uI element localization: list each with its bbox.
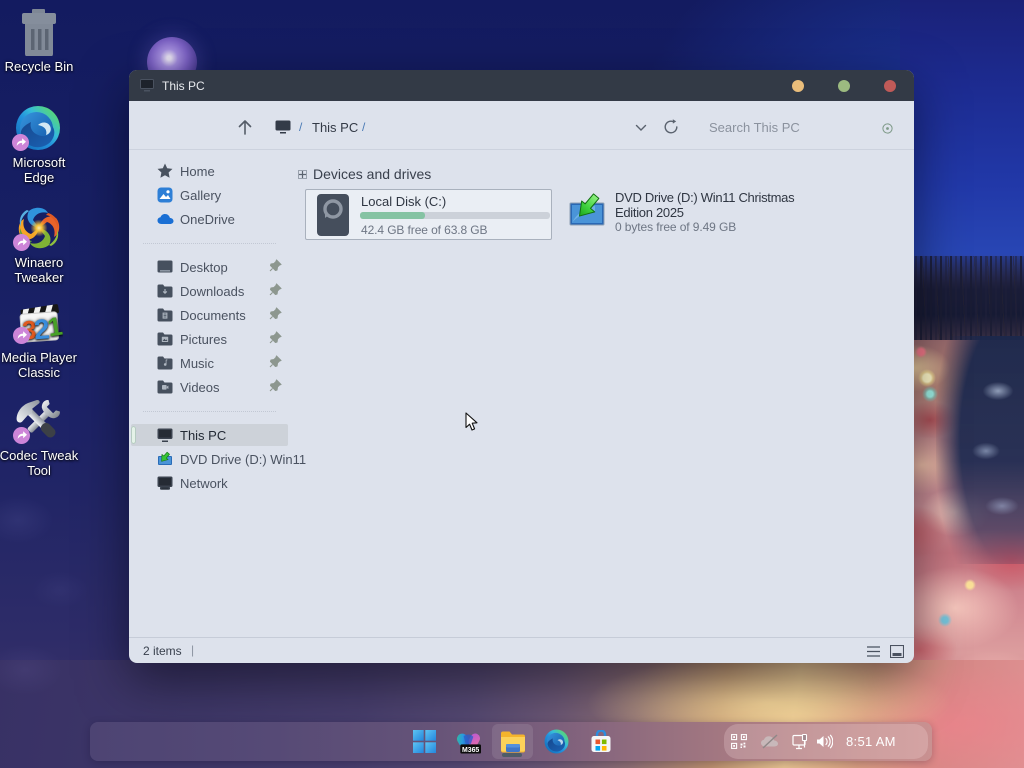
svg-text:M365: M365: [462, 746, 479, 753]
